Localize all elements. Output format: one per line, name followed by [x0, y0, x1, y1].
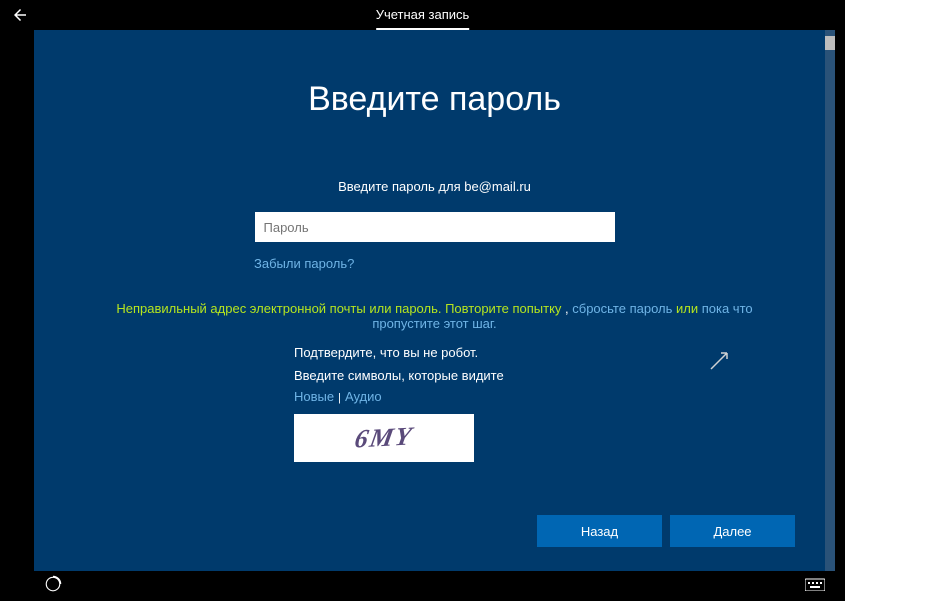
captcha-enter-label: Введите символы, которые видите: [294, 368, 775, 383]
reset-password-link[interactable]: сбросьте пароль: [572, 301, 672, 316]
bottom-bar: [34, 571, 835, 601]
arrow-left-icon: [11, 6, 29, 24]
error-sep1: ,: [561, 301, 572, 316]
error-sep-or: или: [672, 301, 701, 316]
back-arrow-button[interactable]: [0, 0, 40, 30]
error-main-text: Неправильный адрес электронной почты или…: [116, 301, 561, 316]
forgot-password-link[interactable]: Забыли пароль?: [254, 256, 354, 271]
scrollbar-track[interactable]: [825, 30, 835, 571]
captcha-image: 6MY: [294, 414, 474, 462]
next-button[interactable]: Далее: [670, 515, 795, 547]
password-prompt: Введите пароль для be@mail.ru: [94, 179, 775, 194]
password-input[interactable]: [255, 212, 615, 242]
captcha-text: 6MY: [352, 421, 415, 454]
keyboard-icon[interactable]: [805, 577, 825, 596]
captcha-new-link[interactable]: Новые: [294, 389, 334, 404]
captcha-section: Подтвердите, что вы не робот. Введите си…: [94, 345, 775, 462]
content-panel: Введите пароль Введите пароль для be@mai…: [34, 30, 835, 571]
error-message: Неправильный адрес электронной почты или…: [94, 301, 775, 331]
prompt-email: be@mail.ru: [464, 179, 531, 194]
header-tab-account: Учетная запись: [376, 1, 470, 30]
captcha-confirm-text: Подтвердите, что вы не робот.: [294, 345, 775, 360]
scrollbar-thumb[interactable]: [825, 36, 835, 50]
back-button[interactable]: Назад: [537, 515, 662, 547]
ease-of-access-icon[interactable]: [44, 575, 62, 598]
pointer-arrow-icon: [705, 345, 735, 380]
page-title: Введите пароль: [94, 80, 775, 119]
captcha-audio-link[interactable]: Аудио: [345, 389, 382, 404]
action-buttons: Назад Далее: [537, 515, 795, 547]
title-bar: Учетная запись: [0, 0, 845, 30]
captcha-divider: |: [338, 392, 341, 404]
prompt-prefix: Введите пароль для: [338, 179, 464, 194]
captcha-links: Новые | Аудио: [294, 389, 775, 404]
